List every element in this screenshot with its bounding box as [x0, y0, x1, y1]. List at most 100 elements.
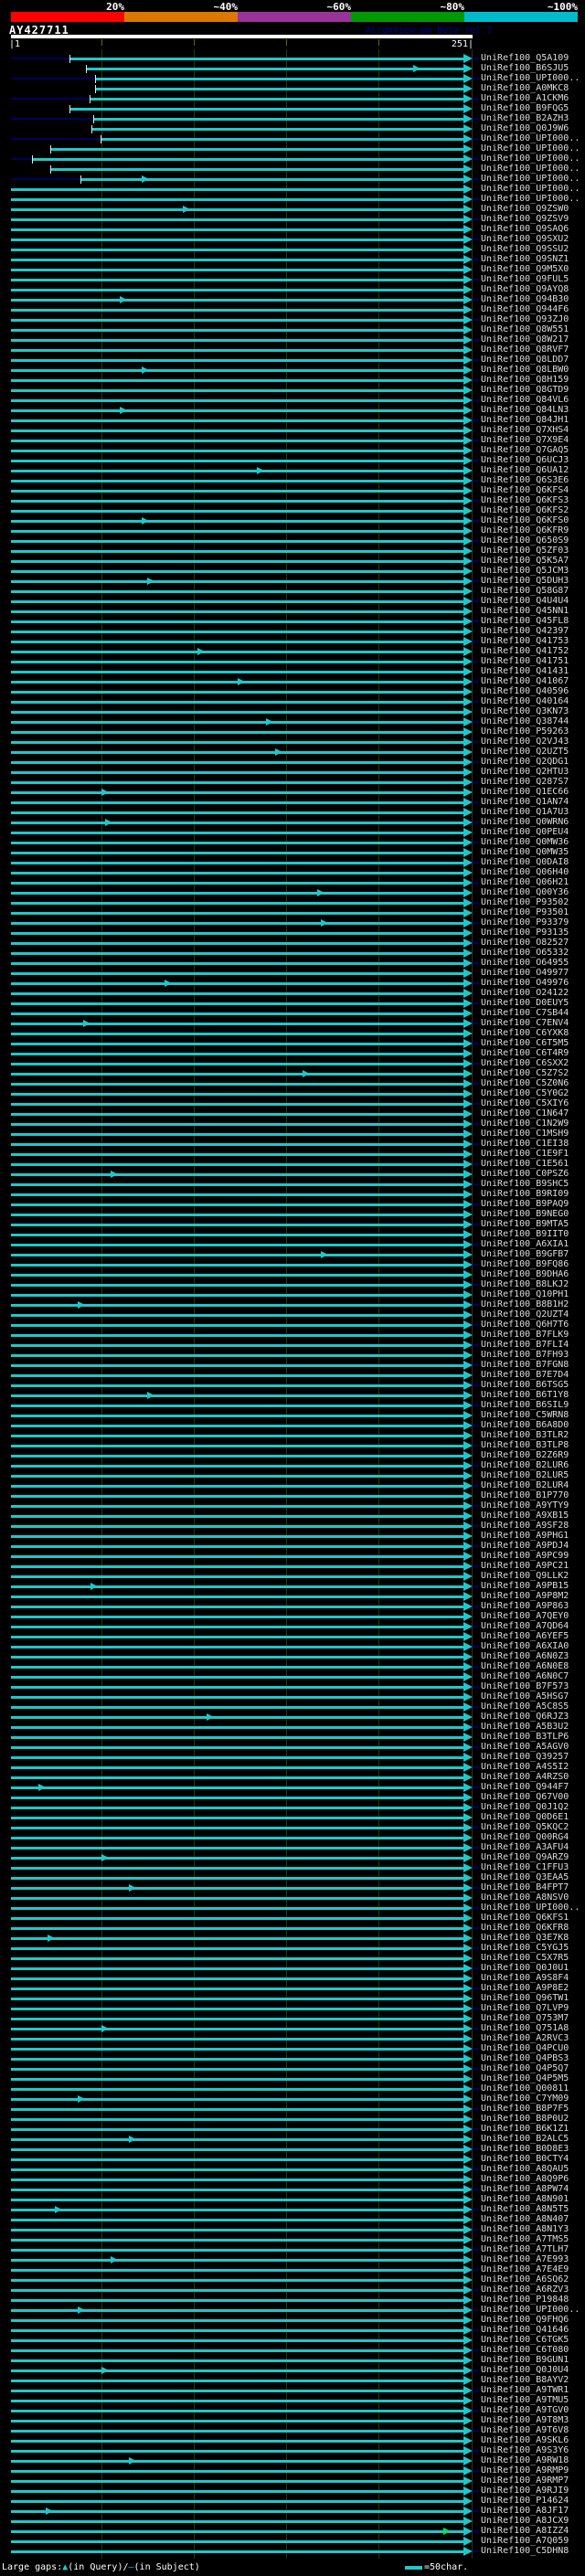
- hit-label[interactable]: UniRef100_B7FLK9: [481, 1330, 569, 1340]
- hit-label[interactable]: UniRef100_A7Q059: [481, 2537, 569, 2546]
- hit-label[interactable]: UniRef100_Q287S7: [481, 778, 569, 787]
- hit-label[interactable]: UniRef100_C7SB44: [481, 1009, 569, 1018]
- hit-label[interactable]: UniRef100_B9NEG0: [481, 1210, 569, 1219]
- hit-label[interactable]: UniRef100_Q9LLK2: [481, 1572, 569, 1581]
- hit-label[interactable]: UniRef100_C1EI38: [481, 1140, 569, 1149]
- hit-label[interactable]: UniRef100_A1CKM6: [481, 94, 569, 103]
- hit-label[interactable]: UniRef100_UPI000..: [481, 164, 580, 174]
- hit-label[interactable]: UniRef100_Q2QDG1: [481, 758, 569, 767]
- hit-label[interactable]: UniRef100_A8PW74: [481, 2185, 569, 2194]
- hit-label[interactable]: UniRef100_Q4U4U4: [481, 597, 569, 606]
- hit-label[interactable]: UniRef100_Q7LVP9: [481, 2004, 569, 2013]
- hit-label[interactable]: UniRef100_B6A8D0: [481, 1421, 569, 1430]
- hit-label[interactable]: UniRef100_Q6UCJ3: [481, 456, 569, 465]
- hit-label[interactable]: UniRef100_Q9ZSW0: [481, 205, 569, 214]
- hit-label[interactable]: UniRef100_Q4P5M5: [481, 2074, 569, 2083]
- hit-label[interactable]: UniRef100_A9RJI9: [481, 2486, 569, 2496]
- hit-label[interactable]: UniRef100_P19848: [481, 2295, 569, 2305]
- hit-label[interactable]: UniRef100_A7E4E9: [481, 2265, 569, 2274]
- hit-label[interactable]: UniRef100_Q0PEU4: [481, 828, 569, 837]
- hit-label[interactable]: UniRef100_C5Z7S2: [481, 1069, 569, 1078]
- hit-label[interactable]: UniRef100_A3AFU4: [481, 1843, 569, 1852]
- hit-label[interactable]: UniRef100_A7TLH7: [481, 2245, 569, 2254]
- hit-label[interactable]: UniRef100_Q8LBW0: [481, 366, 569, 375]
- hit-label[interactable]: UniRef100_Q6KFS4: [481, 486, 569, 495]
- hit-label[interactable]: UniRef100_B2LUR6: [481, 1461, 569, 1470]
- hit-label[interactable]: UniRef100_Q5K5A7: [481, 557, 569, 566]
- hit-label[interactable]: UniRef100_O49976: [481, 979, 569, 988]
- hit-label[interactable]: UniRef100_A8IZZ4: [481, 2527, 569, 2536]
- hit-label[interactable]: UniRef100_A7TMS5: [481, 2235, 569, 2244]
- hit-label[interactable]: UniRef100_Q40596: [481, 687, 569, 696]
- hit-label[interactable]: UniRef100_Q45FL8: [481, 617, 569, 626]
- hit-label[interactable]: UniRef100_B2ALC5: [481, 2135, 569, 2144]
- hit-label[interactable]: UniRef100_B4FPT7: [481, 1883, 569, 1892]
- hit-label[interactable]: UniRef100_Q84VL6: [481, 396, 569, 405]
- hit-label[interactable]: UniRef100_UPI000..: [481, 74, 580, 83]
- hit-label[interactable]: UniRef100_A9SKL6: [481, 2436, 569, 2445]
- hit-label[interactable]: UniRef100_A4RZS0: [481, 1773, 569, 1782]
- hit-label[interactable]: UniRef100_B6K1Z1: [481, 2125, 569, 2134]
- hit-label[interactable]: UniRef100_C7YM09: [481, 2094, 569, 2104]
- hit-label[interactable]: UniRef100_P93135: [481, 928, 569, 938]
- hit-label[interactable]: UniRef100_Q94B30: [481, 295, 569, 304]
- hit-label[interactable]: UniRef100_A9P863: [481, 1602, 569, 1611]
- hit-label[interactable]: UniRef100_A5AGV0: [481, 1743, 569, 1752]
- hit-label[interactable]: UniRef100_Q00Y36: [481, 888, 569, 897]
- hit-label[interactable]: UniRef100_A9TMU5: [481, 2396, 569, 2405]
- hit-label[interactable]: UniRef100_B8AYV2: [481, 2376, 569, 2385]
- hit-label[interactable]: UniRef100_C7ENV4: [481, 1019, 569, 1028]
- hit-label[interactable]: UniRef100_UPI000..: [481, 154, 580, 164]
- hit-label[interactable]: UniRef100_B7F573: [481, 1682, 569, 1691]
- hit-label[interactable]: UniRef100_A9PHG1: [481, 1532, 569, 1541]
- hit-label[interactable]: UniRef100_B2LUR4: [481, 1481, 569, 1490]
- hit-label[interactable]: UniRef100_Q41431: [481, 667, 569, 676]
- hit-label[interactable]: UniRef100_B8LKJ2: [481, 1280, 569, 1289]
- hit-label[interactable]: UniRef100_A6XIA0: [481, 1642, 569, 1651]
- hit-label[interactable]: UniRef100_A6N0Z3: [481, 1652, 569, 1661]
- hit-label[interactable]: UniRef100_B6T1Y8: [481, 1391, 569, 1400]
- hit-label[interactable]: UniRef100_Q8LDD7: [481, 355, 569, 365]
- hit-label[interactable]: UniRef100_Q3EAA5: [481, 1873, 569, 1882]
- hit-label[interactable]: UniRef100_C6TGK5: [481, 2336, 569, 2345]
- hit-label[interactable]: UniRef100_Q5DUH3: [481, 577, 569, 586]
- hit-label[interactable]: UniRef100_Q00811: [481, 2084, 569, 2094]
- hit-label[interactable]: UniRef100_A9T8M3: [481, 2416, 569, 2425]
- hit-label[interactable]: UniRef100_UPI000..: [481, 144, 580, 154]
- hit-label[interactable]: UniRef100_Q84LN3: [481, 406, 569, 415]
- hit-label[interactable]: UniRef100_Q8GTD9: [481, 386, 569, 395]
- hit-label[interactable]: UniRef100_Q944F7: [481, 1783, 569, 1792]
- hit-label[interactable]: UniRef100_A8QAU5: [481, 2165, 569, 2174]
- hit-label[interactable]: UniRef100_B8B1H2: [481, 1300, 569, 1309]
- hit-label[interactable]: UniRef100_Q6KFS3: [481, 496, 569, 505]
- hit-label[interactable]: UniRef100_Q0MW36: [481, 838, 569, 847]
- hit-label[interactable]: UniRef100_Q4PCU0: [481, 2044, 569, 2053]
- hit-label[interactable]: UniRef100_O82527: [481, 938, 569, 948]
- hit-label[interactable]: UniRef100_Q9SNZ1: [481, 255, 569, 264]
- hit-label[interactable]: UniRef100_A6RZV3: [481, 2285, 569, 2295]
- hit-label[interactable]: UniRef100_Q6S3E6: [481, 476, 569, 485]
- hit-label[interactable]: UniRef100_Q41751: [481, 657, 569, 666]
- hit-label[interactable]: UniRef100_Q5ZF03: [481, 546, 569, 556]
- hit-label[interactable]: UniRef100_B2Z6R9: [481, 1451, 569, 1460]
- hit-label[interactable]: UniRef100_Q0J1Q2: [481, 1803, 569, 1812]
- hit-label[interactable]: UniRef100_B7E7D4: [481, 1371, 569, 1380]
- hit-label[interactable]: UniRef100_Q8W217: [481, 335, 569, 345]
- hit-label[interactable]: UniRef100_A5B3U2: [481, 1723, 569, 1732]
- hit-label[interactable]: UniRef100_Q9SXU2: [481, 235, 569, 244]
- hit-label[interactable]: UniRef100_Q7GAQ5: [481, 446, 569, 455]
- hit-label[interactable]: UniRef100_UPI000..: [481, 1903, 580, 1913]
- hit-label[interactable]: UniRef100_P93501: [481, 908, 569, 917]
- hit-label[interactable]: UniRef100_Q1EC66: [481, 788, 569, 797]
- hit-label[interactable]: UniRef100_Q0J9W6: [481, 124, 569, 133]
- hit-label[interactable]: UniRef100_A9RW18: [481, 2456, 569, 2465]
- hit-label[interactable]: UniRef100_B7FH93: [481, 1351, 569, 1360]
- hit-label[interactable]: UniRef100_A8N1Y3: [481, 2225, 569, 2234]
- hit-label[interactable]: UniRef100_C1FFU3: [481, 1863, 569, 1872]
- hit-label[interactable]: UniRef100_C5X7R5: [481, 1954, 569, 1963]
- hit-label[interactable]: UniRef100_Q650S9: [481, 536, 569, 546]
- hit-label[interactable]: UniRef100_C5Z0N6: [481, 1079, 569, 1088]
- hit-label[interactable]: UniRef100_A0MKC8: [481, 84, 569, 93]
- hit-label[interactable]: UniRef100_Q00RG4: [481, 1833, 569, 1842]
- hit-label[interactable]: UniRef100_Q0MW35: [481, 848, 569, 857]
